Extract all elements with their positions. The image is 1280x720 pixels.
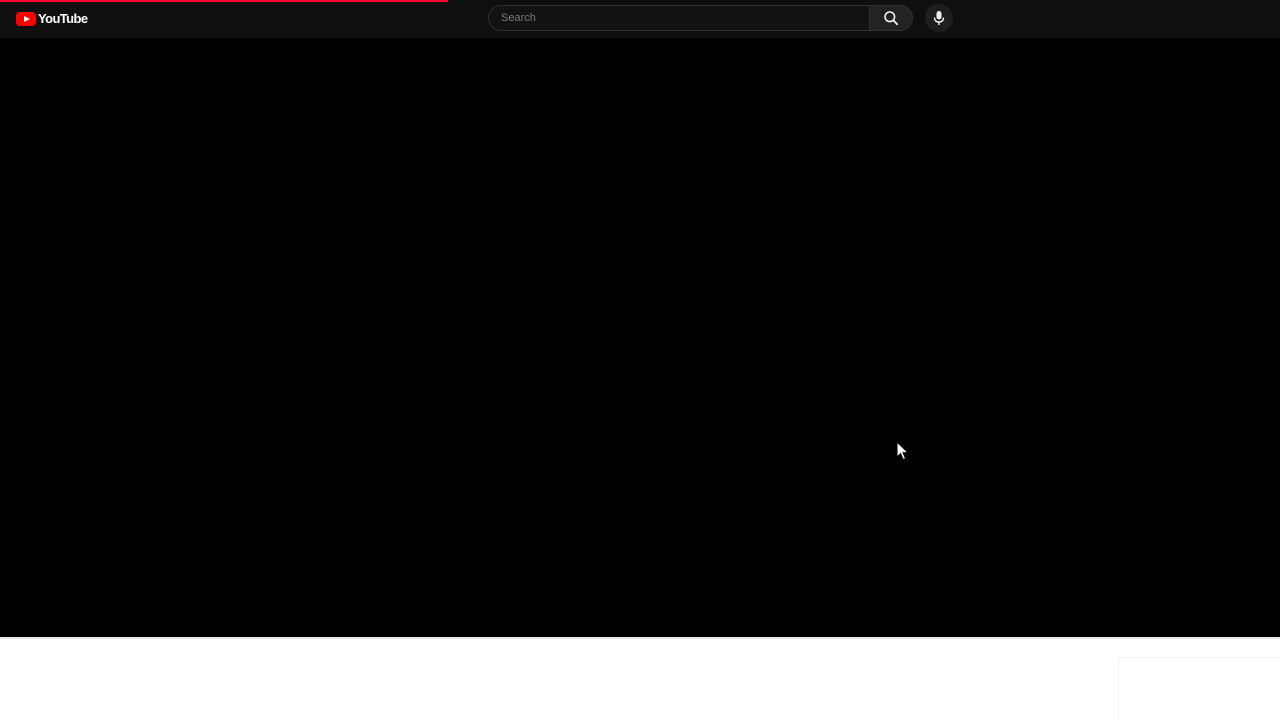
page-loading-bar-fill (0, 0, 448, 2)
masthead: YouTube (0, 0, 1280, 38)
below-player-area (0, 639, 1280, 720)
search-input[interactable] (501, 6, 861, 30)
search-box[interactable] (488, 5, 870, 31)
mouse-pointer-icon (896, 441, 910, 461)
video-player[interactable] (0, 38, 1280, 638)
microphone-icon (933, 11, 945, 25)
secondary-panel (1118, 657, 1280, 720)
search-button[interactable] (869, 5, 913, 31)
youtube-play-icon (16, 12, 36, 26)
search-icon (884, 11, 899, 26)
youtube-watch-page: YouTube (0, 0, 1280, 720)
voice-search-button[interactable] (925, 4, 953, 32)
page-loading-bar (0, 0, 1280, 2)
logo-text: YouTube (38, 11, 88, 26)
youtube-logo[interactable]: YouTube (16, 11, 88, 27)
